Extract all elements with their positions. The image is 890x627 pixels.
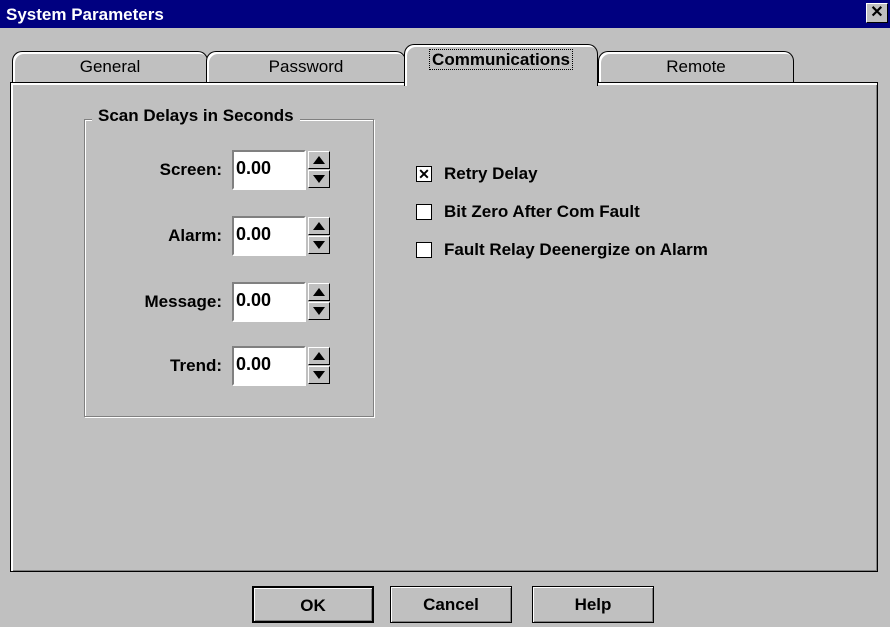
- trend-field[interactable]: 0.00: [232, 346, 306, 386]
- system-parameters-dialog: System Parameters ✕ General Password Com…: [0, 0, 890, 627]
- close-button[interactable]: ✕: [866, 3, 888, 23]
- screen-spinner: 0.00: [232, 150, 334, 190]
- scan-delays-title: Scan Delays in Seconds: [92, 106, 300, 126]
- window-title: System Parameters: [6, 5, 164, 24]
- checkmark-icon: ✕: [418, 166, 430, 182]
- spin-down-icon: [313, 175, 325, 183]
- spin-up-icon: [313, 156, 325, 164]
- spin-up-icon: [313, 352, 325, 360]
- message-spinner: 0.00: [232, 282, 334, 322]
- tab-general[interactable]: General: [12, 51, 208, 83]
- spin-up-icon: [313, 288, 325, 296]
- message-spin-up[interactable]: [308, 283, 330, 301]
- ok-button[interactable]: OK: [252, 586, 374, 623]
- close-icon: ✕: [870, 4, 884, 21]
- alarm-field[interactable]: 0.00: [232, 216, 306, 256]
- help-button[interactable]: Help: [532, 586, 654, 623]
- screen-spin-down[interactable]: [308, 170, 330, 188]
- spin-up-icon: [313, 222, 325, 230]
- spin-down-icon: [313, 371, 325, 379]
- trend-spinner: 0.00: [232, 346, 334, 386]
- fault-relay-box[interactable]: [416, 242, 432, 258]
- trend-label: Trend:: [170, 356, 222, 375]
- retry-delay-label: Retry Delay: [444, 164, 538, 183]
- fault-relay-label: Fault Relay Deenergize on Alarm: [444, 240, 708, 259]
- tab-remote-label: Remote: [666, 57, 726, 76]
- trend-spin-down[interactable]: [308, 366, 330, 384]
- alarm-spin-down[interactable]: [308, 236, 330, 254]
- tab-general-label: General: [79, 57, 141, 76]
- tab-communications[interactable]: Communications: [404, 44, 598, 86]
- message-spin-down[interactable]: [308, 302, 330, 320]
- message-label: Message:: [144, 292, 222, 311]
- alarm-spinner: 0.00: [232, 216, 334, 256]
- tab-password[interactable]: Password: [206, 51, 406, 83]
- alarm-label: Alarm:: [168, 226, 222, 245]
- alarm-spin-up[interactable]: [308, 217, 330, 235]
- tab-remote[interactable]: Remote: [598, 51, 794, 83]
- screen-label: Screen:: [159, 160, 222, 179]
- screen-field[interactable]: 0.00: [232, 150, 306, 190]
- cancel-button[interactable]: Cancel: [390, 586, 512, 623]
- tab-password-label: Password: [268, 57, 344, 76]
- bit-zero-label: Bit Zero After Com Fault: [444, 202, 640, 221]
- tab-communications-label: Communications: [429, 49, 573, 70]
- spin-down-icon: [313, 307, 325, 315]
- title-bar[interactable]: System Parameters ✕: [0, 0, 890, 28]
- screen-spin-up[interactable]: [308, 151, 330, 169]
- bit-zero-box[interactable]: [416, 204, 432, 220]
- trend-spin-up[interactable]: [308, 347, 330, 365]
- message-field[interactable]: 0.00: [232, 282, 306, 322]
- spin-down-icon: [313, 241, 325, 249]
- retry-delay-box[interactable]: ✕: [416, 166, 432, 182]
